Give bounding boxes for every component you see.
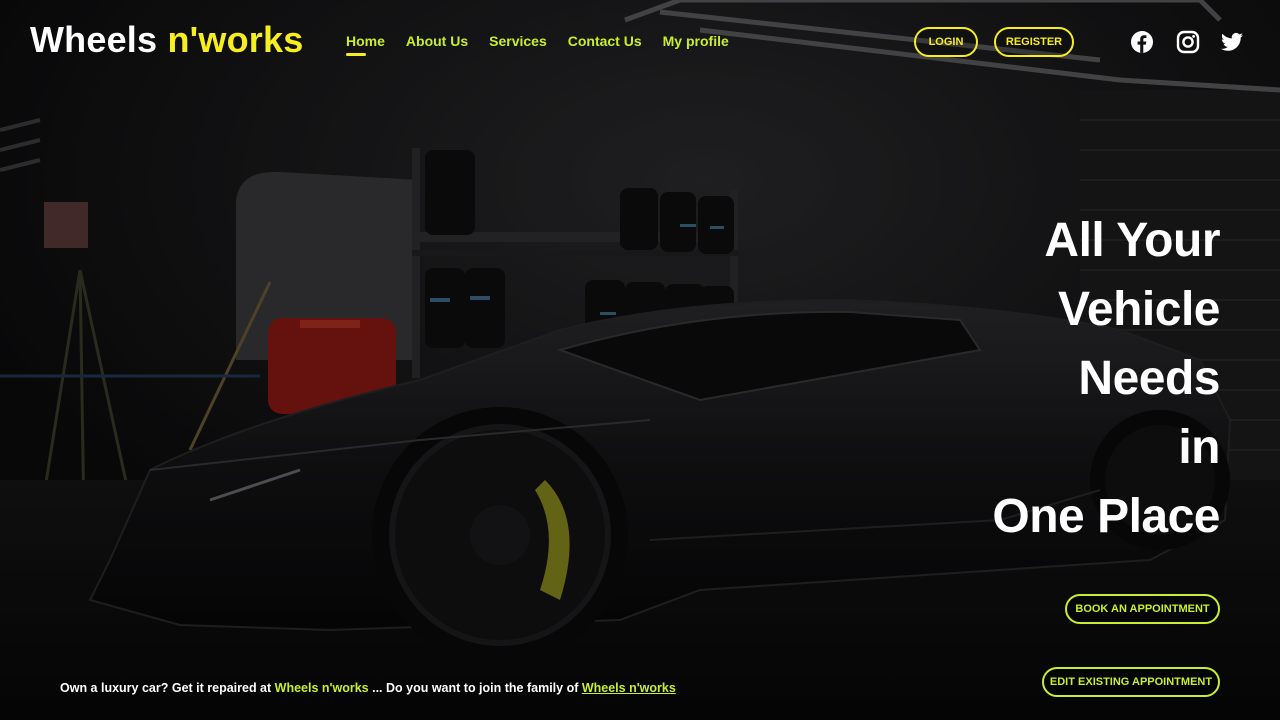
register-button[interactable]: REGISTER	[994, 27, 1074, 57]
hero-line-3: Needs	[1078, 352, 1220, 405]
hero-line-1: All Your	[1044, 214, 1220, 267]
tagline-brand-link[interactable]: Wheels n'works	[582, 681, 676, 695]
nav-item-contact-us[interactable]: Contact Us	[568, 33, 642, 49]
brand-name-part1: Wheels	[30, 19, 158, 60]
nav-item-about-us[interactable]: About Us	[406, 33, 468, 49]
nav-item-services[interactable]: Services	[489, 33, 547, 49]
landing-page: Wheels n'works Home About Us Services Co…	[0, 0, 1280, 720]
nav-item-my-profile[interactable]: My profile	[663, 33, 729, 49]
tagline-brand: Wheels n'works	[274, 681, 369, 695]
edit-appointment-button[interactable]: EDIT EXISTING APPOINTMENT	[1042, 667, 1220, 697]
hero-line-4: in	[1178, 421, 1220, 474]
hero-line-2: Vehicle	[1058, 283, 1220, 336]
tagline-text-1: Own a luxury car? Get it repaired at	[60, 681, 275, 695]
footer-tagline: Own a luxury car? Get it repaired at Whe…	[60, 681, 676, 695]
tagline-text-2: ... Do you want to join the family of	[368, 681, 582, 695]
facebook-icon[interactable]	[1130, 30, 1154, 54]
nav-item-home[interactable]: Home	[346, 33, 385, 56]
instagram-icon[interactable]	[1176, 30, 1200, 54]
book-appointment-button[interactable]: BOOK AN APPOINTMENT	[1065, 594, 1220, 624]
hero-headline: All Your Vehicle Needs in One Place	[992, 206, 1220, 551]
main-nav: Home About Us Services Contact Us My pro…	[346, 33, 750, 56]
brand-logo[interactable]: Wheels n'works	[30, 19, 303, 61]
hero-line-5: One Place	[992, 490, 1220, 543]
login-button[interactable]: LOGIN	[914, 27, 978, 57]
twitter-icon[interactable]	[1220, 30, 1244, 54]
brand-name-part2: n'works	[167, 19, 304, 60]
